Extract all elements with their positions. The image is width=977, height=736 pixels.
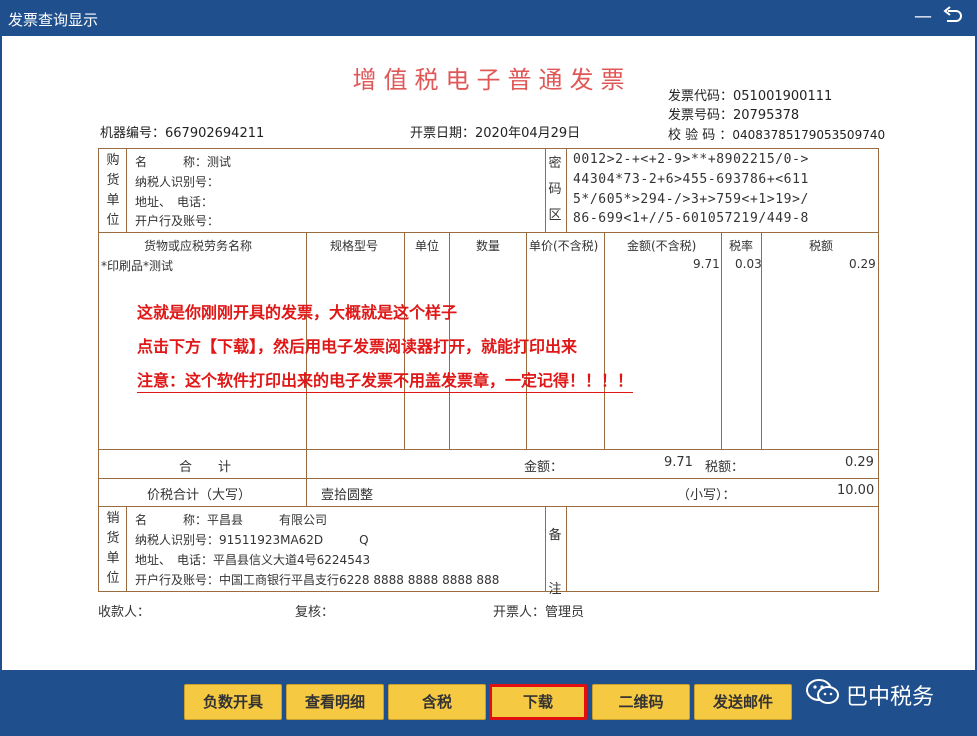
send-email-button[interactable]: 发送邮件 (694, 684, 792, 720)
buyer-side-label: 购 货 单 位 (106, 153, 120, 228)
header-tax: 税额 (809, 239, 834, 253)
cipher-line: 0012>2-+<+2-9>**+8902215/0-> (573, 152, 809, 167)
buyer-name-label: 名 称： (135, 155, 208, 169)
invoice-number: 发票号码：20795378 (668, 104, 799, 123)
total-tax: 0.29 (845, 455, 874, 470)
window-title: 发票查询显示 (8, 11, 99, 29)
invoice-page: 增值税电子普通发票 发票代码：051001900111 发票号码：2079537… (2, 36, 975, 670)
cipher-line: 44304*73-2+6>455-693786+<611 (573, 172, 809, 187)
total-amount: 9.71 (664, 455, 693, 470)
payee-label: 收款人： (98, 605, 151, 620)
invoice-number-label: 发票号码： (668, 108, 734, 123)
reviewer-label: 复核： (295, 605, 335, 620)
buyer-address-label: 地址、 电话： (135, 195, 214, 209)
header-quantity: 数量 (476, 239, 501, 253)
header-amount: 金额(不含税) (627, 239, 697, 253)
seller-name-value: 平昌县 有限公司 (207, 513, 328, 527)
invoice-date-label: 开票日期： (410, 126, 476, 141)
header-tax-rate: 税率 (729, 239, 754, 253)
item-tax-rate: 0.03 (735, 257, 762, 271)
header-unit: 单位 (415, 239, 440, 253)
total-tax-label: 税额： (705, 460, 745, 475)
check-code: 校 验 码 ：04083785179053509740 (668, 124, 885, 143)
brand-watermark: 巴中税务 (806, 678, 934, 712)
seller-name-label: 名 称： (135, 513, 208, 527)
seller-taxid-label: 纳税人识别号： (135, 533, 220, 547)
machine-number-value: 667902694211 (165, 126, 265, 141)
invoice-number-value: 20795378 (733, 108, 800, 123)
header-item-name: 货物或应税劳务名称 (144, 239, 253, 253)
header-unit-price: 单价(不含税) (529, 239, 599, 253)
combined-total-upper: 壹拾圆整 (321, 488, 374, 503)
annotation-line-3: 注意：这个软件打印出来的电子发票不用盖发票章，一定记得！！！！ (137, 367, 634, 393)
total-label: 合 计 (179, 460, 232, 475)
cipher-line: 5*/605*>294-/>3+>759<+1>19>/ (573, 192, 809, 207)
seller-bank: 开户行及账号：中国工商银行平昌支行6228 8888 8888 8888 888 (135, 571, 499, 588)
buyer-name: 名 称：测试 (135, 153, 231, 170)
seller-side-label: 销 货 单 位 (106, 511, 120, 586)
invoice-code-value: 051001900111 (733, 89, 833, 104)
invoice-date: 开票日期：2020年04月29日 (410, 122, 580, 141)
qr-code-button[interactable]: 二维码 (592, 684, 690, 720)
invoice-code: 发票代码：051001900111 (668, 85, 832, 104)
machine-number: 机器编号：667902694211 (100, 122, 264, 141)
invoice-date-value: 2020年04月29日 (475, 126, 581, 141)
seller-taxid-value: 91511923MA62D Q (219, 533, 369, 547)
seller-address: 地址、 电话：平昌县信义大道4号6224543 (135, 551, 370, 568)
view-details-button[interactable]: 查看明细 (286, 684, 384, 720)
negative-invoice-button[interactable]: 负数开具 (184, 684, 282, 720)
annotation-line-1: 这就是你刚刚开具的发票，大概就是这个样子 (137, 303, 458, 322)
combined-total-small: 10.00 (837, 483, 875, 498)
annotation-line-2: 点击下方【下载】，然后用电子发票阅读器打开，就能打印出来 (137, 337, 578, 356)
seller-taxid: 纳税人识别号：91511923MA62D Q (135, 531, 369, 548)
buyer-taxid-label: 纳税人识别号： (135, 175, 220, 189)
combined-total-label: 价税合计（大写） (147, 488, 252, 503)
seller-address-label: 地址、 电话： (135, 553, 214, 567)
drawer-value: 管理员 (545, 605, 585, 620)
seller-name: 名 称：平昌县 有限公司 (135, 511, 327, 528)
check-code-label: 校 验 码 ： (668, 128, 733, 143)
invoice-code-label: 发票代码： (668, 89, 734, 104)
item-name: *印刷品*测试 (101, 259, 174, 273)
title-bar: 发票查询显示 — (0, 0, 977, 36)
cipher-line: 86-699<1+//5-601057219/449-8 (573, 211, 809, 226)
seller-bank-label: 开户行及账号： (135, 573, 220, 587)
total-amount-label: 金额： (524, 460, 564, 475)
buyer-bank-label: 开户行及账号： (135, 214, 220, 228)
bottom-toolbar: 负数开具 查看明细 含税 下载 二维码 发送邮件 巴中税务 (0, 670, 977, 736)
machine-number-label: 机器编号： (100, 126, 166, 141)
cipher-side-label: 密 码 区 (548, 156, 562, 223)
seller-bank-value: 中国工商银行平昌支行6228 8888 8888 8888 888 (219, 573, 500, 587)
seller-address-value: 平昌县信义大道4号6224543 (213, 553, 371, 567)
download-button[interactable]: 下载 (489, 684, 587, 720)
item-amount: 9.71 (693, 257, 720, 271)
check-code-value: 04083785179053509740 (732, 128, 886, 142)
minimize-icon[interactable]: — (914, 6, 932, 28)
invoice-table: 购 货 单 位 名 称：测试 纳税人识别号： 地址、 电话： 开户行及账号： 密… (98, 148, 879, 597)
drawer: 开票人：管理员 (493, 601, 584, 620)
brand-name: 巴中税务 (846, 685, 935, 710)
invoice-title: 增值税电子普通发票 (352, 66, 632, 94)
back-icon[interactable] (942, 6, 964, 34)
buyer-name-value: 测试 (207, 155, 232, 169)
tax-inclusive-button[interactable]: 含税 (388, 684, 486, 720)
wechat-icon (806, 678, 840, 712)
combined-small-label: （小写）： (677, 488, 736, 503)
header-spec: 规格型号 (330, 239, 379, 253)
item-tax: 0.29 (849, 257, 876, 271)
drawer-label: 开票人： (493, 605, 546, 620)
